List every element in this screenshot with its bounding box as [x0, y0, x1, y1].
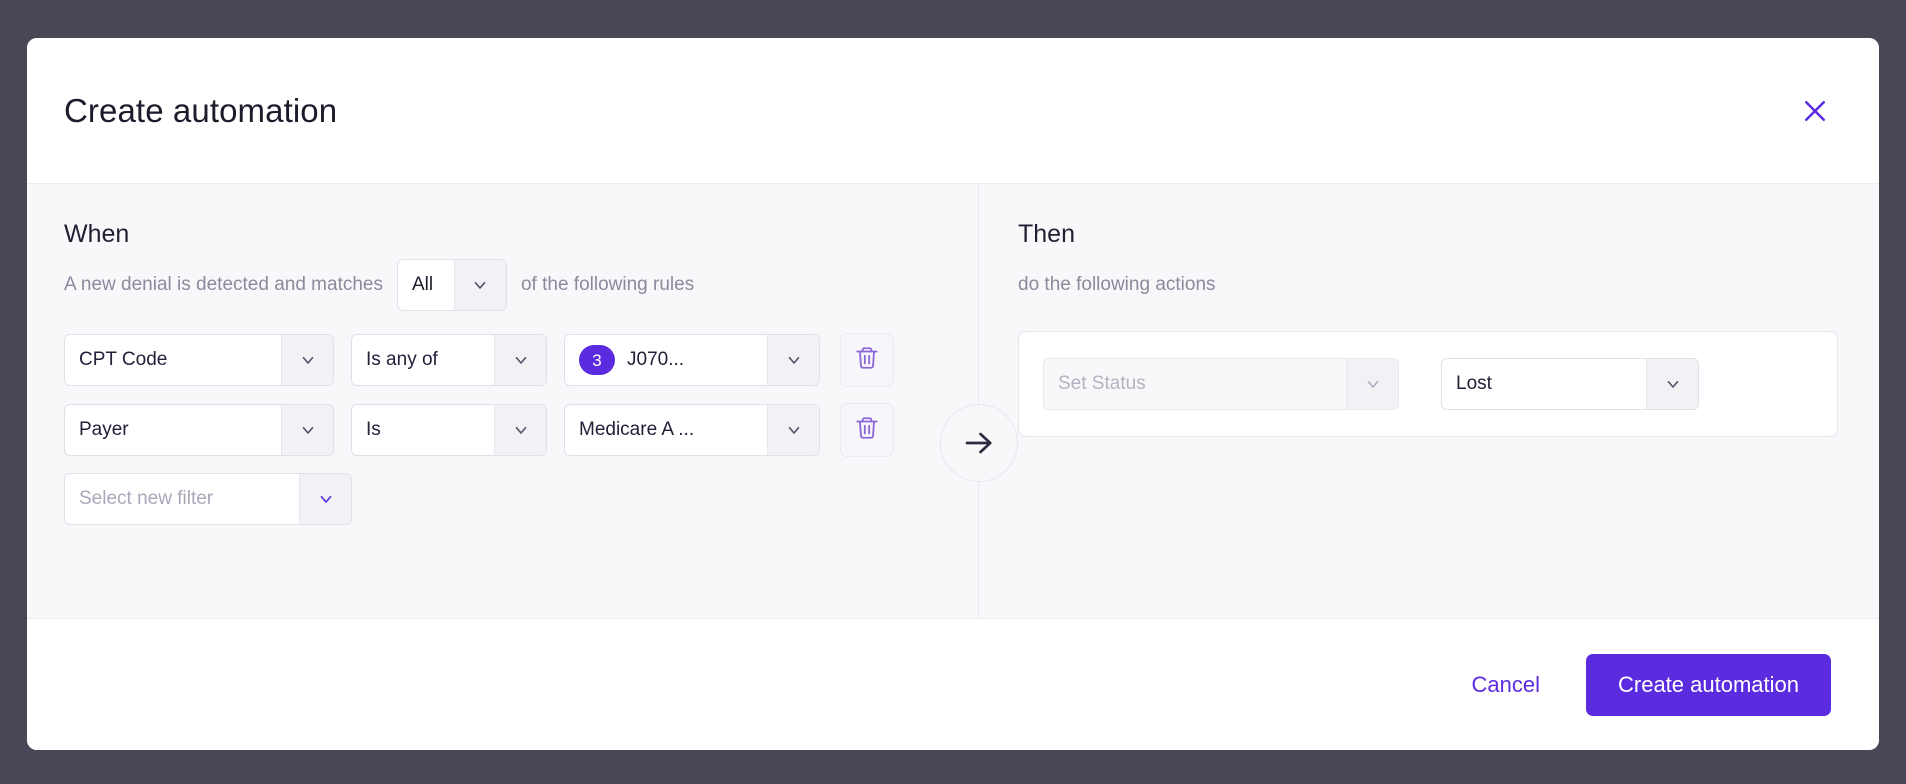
chevron-down-icon	[767, 405, 819, 455]
chevron-down-icon	[299, 474, 351, 524]
when-pane: When A new denial is detected and matche…	[27, 184, 979, 618]
rule-field-value: Payer	[79, 419, 129, 440]
chevron-down-icon	[767, 335, 819, 385]
modal-body: When A new denial is detected and matche…	[27, 184, 1879, 619]
rule-operator-select[interactable]: Is	[351, 404, 547, 456]
when-sentence-suffix: of the following rules	[520, 274, 695, 295]
then-pane: Then do the following actions Set Status…	[979, 184, 1879, 618]
rule-operator-value: Is any of	[366, 349, 438, 370]
modal-footer: Cancel Create automation	[27, 619, 1879, 750]
status-badge: 3	[579, 345, 615, 375]
screen-root: Create automation When A new denial is d…	[0, 0, 1906, 784]
rule-operator-value: Is	[366, 419, 381, 440]
delete-rule-button[interactable]	[840, 333, 894, 387]
when-heading: When	[64, 220, 130, 248]
when-sentence-prefix: A new denial is detected and matches	[64, 274, 383, 295]
rule-value-select[interactable]: 3 J070...	[564, 334, 820, 386]
modal-header: Create automation	[27, 38, 1879, 184]
rule-value-content: 3 J070...	[565, 335, 767, 385]
chevron-down-icon	[1346, 359, 1398, 409]
chevron-down-icon	[494, 335, 546, 385]
action-card: Set Status Lost	[1018, 331, 1838, 437]
match-mode-value: All	[411, 274, 434, 295]
action-type-select[interactable]: Set Status	[1043, 358, 1399, 410]
trash-icon	[854, 415, 880, 446]
action-value-text: Lost	[1456, 373, 1492, 394]
delete-rule-button[interactable]	[840, 403, 894, 457]
create-automation-button[interactable]: Create automation	[1586, 653, 1831, 716]
rule-value-text: J070...	[627, 349, 685, 370]
then-subtitle: do the following actions	[1018, 274, 1216, 295]
rule-field-value: CPT Code	[79, 349, 168, 370]
chevron-down-icon	[1646, 359, 1698, 409]
chevron-down-icon	[281, 335, 333, 385]
new-filter-placeholder: Select new filter	[79, 488, 214, 509]
rules-list: CPT Code Is any of 3 J070... Payer Is Me…	[64, 333, 978, 525]
rule-field-select[interactable]: Payer	[64, 404, 334, 456]
new-filter-select[interactable]: Select new filter	[64, 473, 352, 525]
rule-row: Payer Is Medicare A ...	[64, 403, 978, 457]
match-mode-select[interactable]: All	[396, 259, 507, 311]
trash-icon	[854, 345, 880, 376]
rule-row: CPT Code Is any of 3 J070...	[64, 333, 978, 387]
chevron-down-icon	[494, 405, 546, 455]
page-title: Create automation	[64, 91, 338, 129]
cancel-button[interactable]: Cancel	[1466, 664, 1546, 706]
new-filter-row: Select new filter	[64, 473, 978, 525]
close-icon[interactable]	[1794, 90, 1836, 132]
arrow-right-icon	[940, 404, 1018, 482]
chevron-down-icon	[281, 405, 333, 455]
rule-value-select[interactable]: Medicare A ...	[564, 404, 820, 456]
action-type-placeholder: Set Status	[1058, 373, 1146, 394]
rule-operator-select[interactable]: Is any of	[351, 334, 547, 386]
rule-field-select[interactable]: CPT Code	[64, 334, 334, 386]
action-value-select[interactable]: Lost	[1441, 358, 1699, 410]
create-automation-modal: Create automation When A new denial is d…	[27, 38, 1879, 750]
chevron-down-icon	[453, 260, 506, 310]
then-heading: Then	[1018, 220, 1075, 248]
when-sentence: A new denial is detected and matches All…	[64, 259, 978, 311]
rule-value-text: Medicare A ...	[579, 419, 695, 440]
